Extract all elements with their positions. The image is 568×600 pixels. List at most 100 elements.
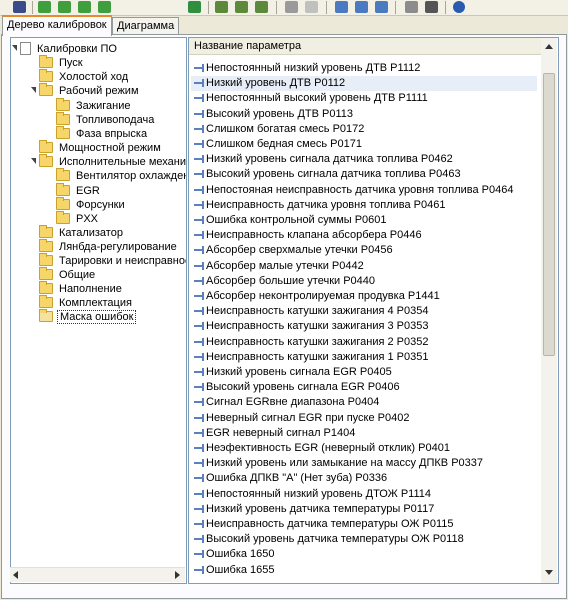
parameter-label: Неисправность датчика уровня топлива P04… — [206, 198, 446, 211]
parameter-row[interactable]: Непостоянный высокий уровень ДТВ P1111 — [191, 91, 537, 106]
tab-calibration-tree[interactable]: Дерево калибровок — [2, 15, 112, 36]
folder-icon — [39, 154, 53, 167]
tab-diagram[interactable]: Диаграмма — [112, 17, 180, 34]
parameter-row[interactable]: Слишком богатая смесь P0172 — [191, 122, 537, 137]
parameter-row[interactable]: Ошибка ДПКВ "А" (Нет зуба) P0336 — [191, 471, 537, 486]
binoculars-icon[interactable] — [425, 1, 438, 13]
parameter-row[interactable]: Низкий уровень сигнала датчика топлива P… — [191, 152, 537, 167]
play-icon[interactable] — [188, 1, 201, 13]
column-header-parameter-name[interactable]: Название параметра — [189, 38, 541, 55]
scroll-up-icon[interactable] — [545, 44, 553, 49]
info-icon[interactable] — [453, 1, 465, 13]
parameter-row[interactable]: Сигнал EGRвне диапазона P0404 — [191, 395, 537, 410]
parameter-row[interactable]: Неисправность датчика уровня топлива P04… — [191, 198, 537, 213]
scroll-thumb[interactable] — [543, 73, 555, 356]
add-green-icon[interactable] — [58, 1, 71, 13]
parameter-row[interactable]: Неэфективность EGR (неверный отклик) P04… — [191, 441, 537, 456]
parameter-row[interactable]: Ошибка контрольной суммы P0601 — [191, 213, 537, 228]
chart-icon[interactable] — [405, 1, 418, 13]
parameter-row[interactable]: Неисправность катушки зажигания 3 P0353 — [191, 319, 537, 334]
parameter-row[interactable]: Высокий уровень датчика температуры ОЖ P… — [191, 532, 537, 547]
parameter-row[interactable]: Низкий уровень сигнала EGR P0405 — [191, 365, 537, 380]
save-icon[interactable] — [13, 1, 26, 13]
parameter-label: Абсорбер сверхмалые утечки P0456 — [206, 244, 393, 257]
collapse-icon[interactable] — [31, 87, 36, 93]
folder-icon — [56, 211, 70, 224]
folder-icon — [56, 197, 70, 210]
parameter-icon — [194, 444, 204, 452]
tree-item-label: Холостой ход — [59, 71, 129, 83]
collapse-icon[interactable] — [12, 45, 17, 51]
parameter-row[interactable]: Низкий уровень или замыкание на массу ДП… — [191, 456, 537, 471]
folder-icon — [56, 168, 70, 181]
add-green-icon[interactable] — [98, 1, 111, 13]
parameter-row[interactable]: Слишком бедная смесь P0171 — [191, 137, 537, 152]
parameter-row[interactable]: Ошибка 1650 — [191, 547, 537, 562]
parameter-row[interactable]: Ошибка 1655 — [191, 563, 537, 578]
list-vertical-scrollbar[interactable] — [541, 38, 557, 583]
parameter-label: Абсорбер малые утечки P0442 — [206, 259, 364, 272]
tree-item-label: Исполнительные механизмы — [59, 156, 186, 168]
parameter-icon — [194, 428, 204, 437]
parameter-row[interactable]: Непостояная неисправность датчика уровня… — [191, 183, 537, 198]
window-icon[interactable] — [355, 1, 368, 13]
tab-bar: Дерево калибровок Диаграмма — [0, 15, 568, 36]
parameter-label: Высокий уровень сигнала датчика топлива … — [206, 168, 461, 181]
parameter-label: Абсорбер большие утечки P0440 — [206, 274, 376, 287]
tree-item-label: Мощностной режим — [59, 142, 161, 154]
folder-icon — [39, 239, 53, 252]
parameter-icon — [194, 276, 204, 285]
parameter-row[interactable]: Неверный сигнал EGR при пуске P0402 — [191, 411, 537, 426]
parameter-row[interactable]: EGR неверный сигнал P1404 — [191, 426, 537, 441]
export-icon[interactable] — [235, 1, 248, 13]
delete-icon[interactable] — [305, 1, 318, 13]
parameter-row[interactable]: Абсорбер малые утечки P0442 — [191, 259, 537, 274]
parameter-icon — [194, 520, 204, 528]
parameter-row[interactable]: Непостоянный низкий уровень ДТОЖ P1114 — [191, 487, 537, 502]
export-icon[interactable] — [255, 1, 268, 13]
parameter-label: Неисправность датчика температуры ОЖ P01… — [206, 518, 454, 530]
parameter-row[interactable]: Высокий уровень ДТВ P0113 — [191, 107, 537, 122]
parameter-row[interactable]: Неисправность катушки зажигания 2 P0352 — [191, 335, 537, 350]
tree-item-label: Фаза впрыска — [76, 128, 148, 140]
parameter-row[interactable]: Высокий уровень сигнала датчика топлива … — [191, 167, 537, 182]
scroll-down-icon[interactable] — [545, 570, 553, 575]
parameter-row[interactable]: Абсорбер большие утечки P0440 — [191, 274, 537, 289]
window-icon[interactable] — [335, 1, 348, 13]
folder-icon — [39, 225, 53, 238]
parameter-label: Непостоянный низкий уровень ДТОЖ P1114 — [206, 487, 431, 500]
parameter-row[interactable]: Неисправность катушки зажигания 1 P0351 — [191, 350, 537, 365]
parameter-row[interactable]: Непостоянный низкий уровень ДТВ P1112 — [191, 61, 537, 76]
parameter-row[interactable]: Неисправность катушки зажигания 4 P0354 — [191, 304, 537, 319]
parameter-icon — [194, 368, 204, 376]
scroll-left-icon[interactable] — [13, 571, 18, 579]
parameter-icon — [194, 398, 204, 407]
folder-icon — [56, 183, 70, 196]
tree-horizontal-scrollbar[interactable] — [10, 567, 185, 582]
calibration-tree[interactable]: Калибровки ПО Пуск Холостой ход Рабочий … — [10, 37, 187, 584]
parameter-label: Слишком богатая смесь P0172 — [206, 122, 365, 135]
parameter-list[interactable]: Название параметра Непостоянный низкий у… — [188, 37, 559, 584]
collapse-icon[interactable] — [31, 158, 36, 164]
parameter-label: Неверный сигнал EGR при пуске P0402 — [206, 411, 410, 424]
toolbar-separator — [276, 1, 277, 14]
parameter-row[interactable]: Неисправность клапана абсорбера P0446 — [191, 228, 537, 243]
folder-icon — [39, 83, 53, 96]
export-icon[interactable] — [215, 1, 228, 13]
parameter-row[interactable]: Высокий уровень сигнала EGR P0406 — [191, 380, 537, 395]
parameter-row[interactable]: Абсорбер сверхмалые утечки P0456 — [191, 243, 537, 258]
parameter-row[interactable]: Абсорбер неконтролируемая продувка P1441 — [191, 289, 537, 304]
tree-item-label: EGR — [76, 185, 100, 197]
parameter-label: Низкий уровень сигнала датчика топлива P… — [206, 153, 453, 166]
tree-item-label: Рабочий режим — [59, 85, 139, 97]
add-icon[interactable] — [38, 1, 51, 13]
window-icon[interactable] — [375, 1, 388, 13]
parameter-row[interactable]: Низкий уровень ДТВ P0112 — [191, 76, 537, 92]
parameter-row[interactable]: Низкий уровень датчика температуры P0117 — [191, 502, 537, 517]
scroll-right-icon[interactable] — [175, 571, 180, 579]
add-green-icon[interactable] — [78, 1, 91, 13]
parameter-icon — [194, 383, 204, 392]
parameter-row[interactable]: Неисправность датчика температуры ОЖ P01… — [191, 517, 537, 532]
copy-icon[interactable] — [285, 1, 298, 13]
tree-item-label: Пуск — [59, 57, 83, 69]
